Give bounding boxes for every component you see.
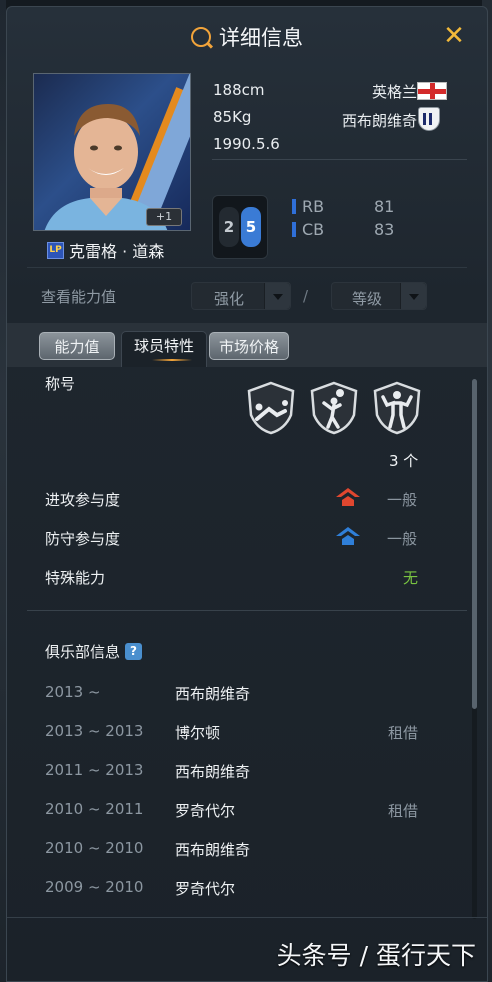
chevron-down-icon[interactable] bbox=[264, 283, 290, 309]
club-history-header: 俱乐部信息 ? bbox=[45, 641, 143, 662]
header-icon[interactable] bbox=[310, 381, 358, 435]
club-note: 租借 bbox=[388, 802, 419, 820]
player-birthdate: 1990.5.6 bbox=[213, 135, 280, 153]
player-weight: 85Kg bbox=[213, 108, 252, 126]
scrollbar-thumb[interactable] bbox=[472, 379, 477, 709]
tab-bar: 能力值 球员特性 市场价格 bbox=[7, 323, 487, 367]
chevron-down-icon[interactable] bbox=[400, 283, 426, 309]
attack-participation-label: 进攻参与度 bbox=[45, 491, 121, 509]
position-name: CB bbox=[302, 219, 325, 239]
position-bar bbox=[292, 198, 296, 214]
position-value: 81 bbox=[374, 196, 395, 216]
help-icon[interactable]: ? bbox=[125, 643, 143, 660]
position-name: RB bbox=[302, 196, 325, 216]
club-history-row: 2013 ~ 西布朗维奇 bbox=[45, 683, 445, 705]
ability-view-label: 查看能力值 bbox=[41, 288, 117, 306]
club-period: 2010 ~ 2010 bbox=[45, 839, 144, 857]
england-flag-icon bbox=[417, 82, 447, 100]
player-body-info: 188cm 85Kg 1990.5.6 bbox=[213, 81, 280, 162]
club-name: 博尔顿 bbox=[175, 724, 221, 742]
position-row: CB 83 bbox=[292, 218, 394, 240]
title-bar: 详细信息 ✕ bbox=[7, 7, 487, 67]
position-value: 83 bbox=[374, 219, 395, 239]
level-select-value: 等级 bbox=[351, 290, 382, 308]
left-foot-rating: 2 bbox=[219, 207, 239, 247]
divider bbox=[212, 159, 467, 160]
tab-market-price[interactable]: 市场价格 bbox=[209, 332, 289, 360]
player-detail-panel: 详细信息 ✕ +1 LP 克雷格 · 道森 188cm 85Kg 1990.5.… bbox=[6, 6, 488, 982]
dialog-title: 详细信息 bbox=[219, 26, 303, 50]
defense-participation-label: 防守参与度 bbox=[45, 530, 121, 548]
strength-icon[interactable] bbox=[373, 381, 421, 435]
long-throw-icon[interactable] bbox=[247, 381, 295, 435]
club-period: 2011 ~ 2013 bbox=[45, 761, 144, 779]
tab-ability[interactable]: 能力值 bbox=[39, 332, 115, 360]
trait-count: 3 个 bbox=[389, 452, 419, 470]
club-name: 西布朗维奇 bbox=[175, 841, 251, 859]
club-history-row: 2011 ~ 2013 西布朗维奇 bbox=[45, 761, 445, 783]
weak-foot-indicator: 2 5 bbox=[212, 195, 268, 259]
footer-divider bbox=[7, 917, 487, 918]
player-club: 西布朗维奇 bbox=[341, 112, 417, 130]
defense-participation-value: 一般 bbox=[387, 530, 418, 548]
close-button[interactable]: ✕ bbox=[441, 23, 467, 49]
player-nation: 英格兰 bbox=[371, 83, 417, 101]
plus-level-badge: +1 bbox=[146, 208, 182, 226]
special-ability-value: 无 bbox=[403, 569, 419, 587]
club-history-row: 2013 ~ 2013 博尔顿 租借 bbox=[45, 722, 445, 744]
attack-participation-value: 一般 bbox=[387, 491, 418, 509]
ability-view-row: 查看能力值 强化 / 等级 bbox=[41, 282, 441, 310]
club-name: 罗奇代尔 bbox=[175, 802, 236, 820]
divider bbox=[27, 610, 467, 611]
position-bar bbox=[292, 221, 296, 237]
tab-player-traits[interactable]: 球员特性 bbox=[121, 331, 207, 367]
select-separator: / bbox=[303, 287, 309, 305]
club-name: 罗奇代尔 bbox=[175, 880, 236, 898]
player-name: 克雷格 · 道森 bbox=[69, 242, 165, 261]
enhance-select[interactable]: 强化 bbox=[191, 282, 291, 310]
level-select[interactable]: 等级 bbox=[331, 282, 427, 310]
divider bbox=[27, 267, 467, 268]
special-ability-label: 特殊能力 bbox=[45, 569, 106, 587]
player-affiliation: 英格兰 西布朗维奇 bbox=[342, 81, 417, 139]
club-period: 2010 ~ 2011 bbox=[45, 800, 144, 818]
trait-icons bbox=[247, 381, 421, 435]
club-name: 西布朗维奇 bbox=[175, 685, 251, 703]
enhance-select-value: 强化 bbox=[213, 290, 244, 308]
club-period: 2013 ~ 2013 bbox=[45, 722, 144, 740]
club-period: 2009 ~ 2010 bbox=[45, 878, 144, 896]
club-note: 租借 bbox=[388, 724, 419, 742]
club-history-row: 2010 ~ 2010 西布朗维奇 bbox=[45, 839, 445, 861]
season-badge: LP bbox=[47, 241, 64, 259]
player-height: 188cm bbox=[213, 81, 265, 99]
club-period: 2013 ~ bbox=[45, 683, 101, 701]
position-row: RB 81 bbox=[292, 195, 394, 217]
defend-arrow-icon bbox=[333, 524, 363, 548]
club-history-row: 2009 ~ 2010 罗奇代尔 bbox=[45, 878, 445, 900]
watermark-text: 头条号 / 蛋行天下 bbox=[276, 941, 476, 970]
search-icon bbox=[191, 27, 211, 47]
right-foot-rating: 5 bbox=[241, 207, 261, 247]
player-portrait: +1 bbox=[33, 73, 191, 231]
club-name: 西布朗维奇 bbox=[175, 763, 251, 781]
position-ratings: RB 81 CB 83 bbox=[292, 195, 394, 241]
club-history-row: 2010 ~ 2011 罗奇代尔 租借 bbox=[45, 800, 445, 822]
player-name-row: LP 克雷格 · 道森 bbox=[47, 238, 164, 262]
club-history-title: 俱乐部信息 bbox=[45, 643, 121, 661]
attack-arrow-icon bbox=[333, 485, 363, 509]
traits-title-label: 称号 bbox=[45, 375, 76, 393]
club-crest-icon bbox=[418, 107, 440, 131]
